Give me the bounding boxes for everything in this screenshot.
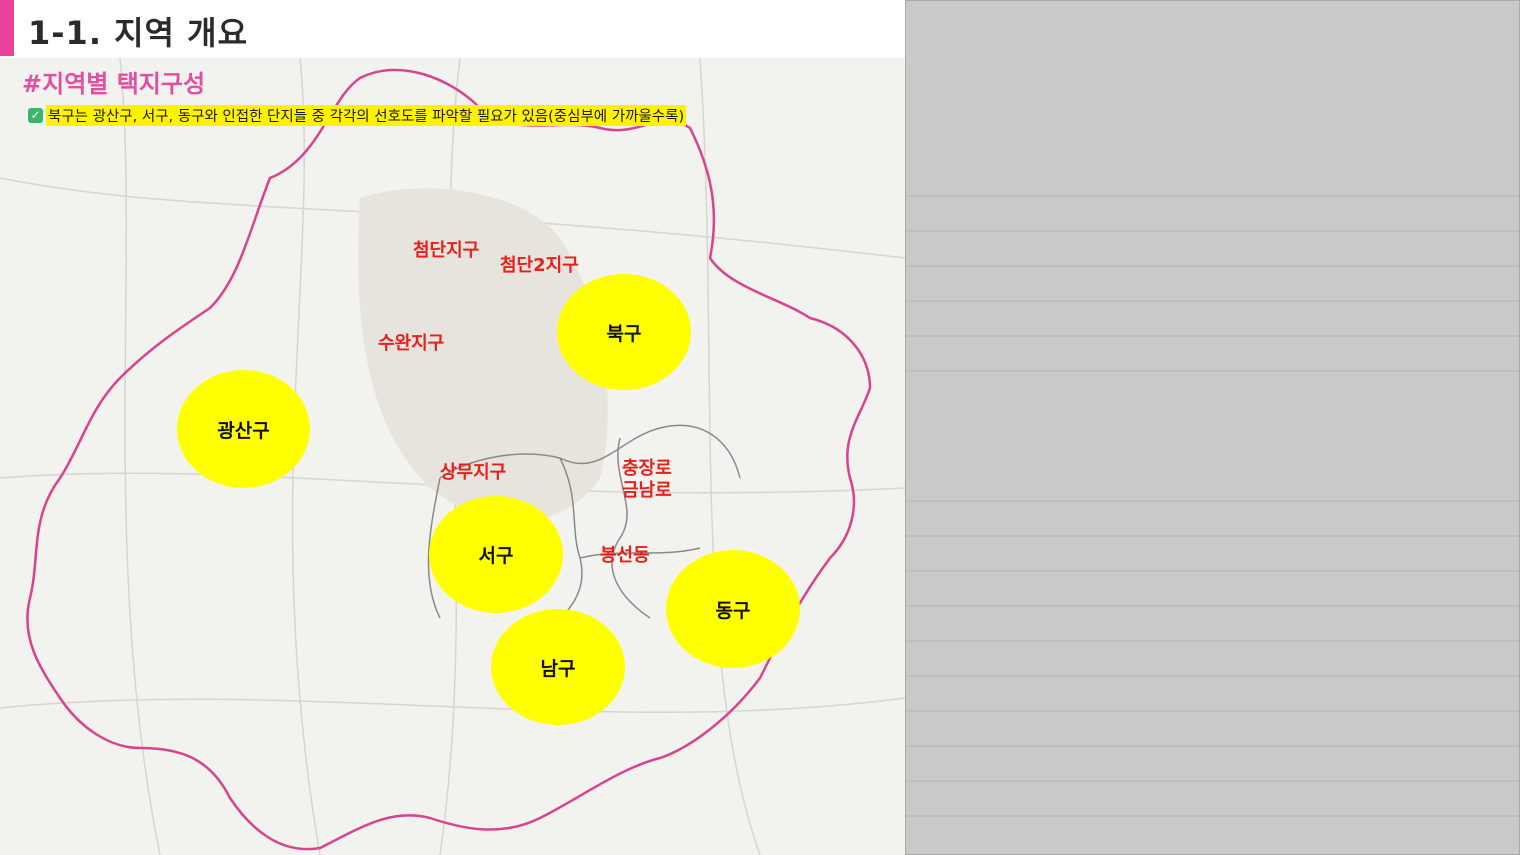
zone-label-suwan: 수완지구 bbox=[378, 333, 445, 354]
district-buk: 북구 bbox=[557, 274, 691, 390]
title-accent-bar bbox=[0, 0, 14, 56]
zone-label-cheomdan: 첨단지구 bbox=[413, 240, 480, 261]
page-title: 1-1. 지역 개요 bbox=[28, 14, 249, 52]
map-note: ✓ 북구는 광산구, 서구, 동구와 인접한 단지들 중 각각의 선호도를 파악… bbox=[28, 104, 687, 126]
zone-label-sangmu: 상무지구 bbox=[440, 462, 507, 483]
district-seo: 서구 bbox=[429, 496, 563, 613]
map-image bbox=[0, 58, 905, 855]
map-subtitle: #지역별 택지구성 bbox=[22, 70, 206, 98]
district-dong: 동구 bbox=[666, 550, 800, 668]
handwritten-notes-image bbox=[905, 0, 1520, 855]
zone-label-chungjangro: 충장로 금남로 bbox=[622, 458, 672, 501]
zone-label-bongseon: 봉선동 bbox=[600, 545, 650, 566]
note-text: 북구는 광산구, 서구, 동구와 인접한 단지들 중 각각의 선호도를 파악할 … bbox=[46, 104, 687, 126]
district-nam: 남구 bbox=[491, 609, 625, 725]
map-background bbox=[0, 58, 905, 855]
notebook-lines bbox=[906, 195, 1519, 817]
zone-label-cheomdan2: 첨단2지구 bbox=[500, 255, 579, 276]
district-gwangsan: 광산구 bbox=[177, 370, 310, 488]
checkbox-icon: ✓ bbox=[28, 107, 43, 123]
